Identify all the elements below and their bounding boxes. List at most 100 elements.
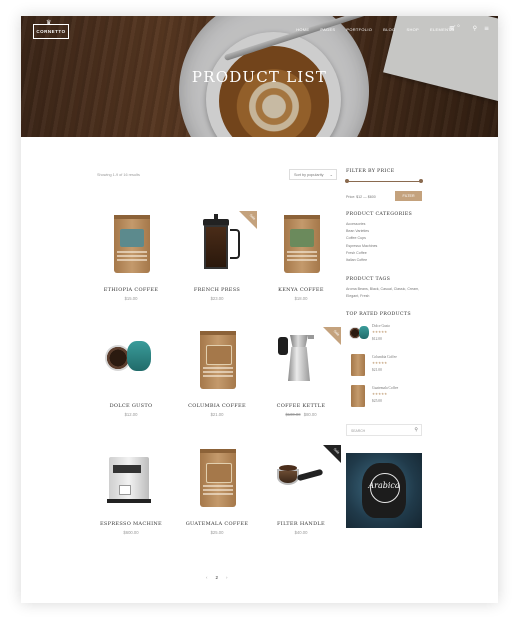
tags-heading: PRODUCT TAGS — [346, 277, 391, 282]
main-menu: HOME PAGES PORTFOLIO BLOG SHOP ELEMENTS — [296, 27, 454, 32]
top-rated-price: $25.00 — [372, 399, 382, 403]
category-link[interactable]: Italian Coffee — [346, 257, 422, 264]
top-rated-item[interactable]: Guatemala Coffee ★★★★★ $25.00 — [346, 385, 422, 407]
category-link[interactable]: Coffee Cups — [346, 235, 422, 242]
product-name[interactable]: GUATEMALA COFFEE — [177, 521, 257, 527]
filter-button[interactable]: FILTER — [395, 191, 422, 201]
search-icon[interactable]: ⚲ — [414, 427, 418, 433]
top-rated-name[interactable]: Dolce Gusto — [372, 324, 390, 328]
product-image[interactable] — [177, 327, 257, 397]
top-rated-price: $21.00 — [372, 368, 382, 372]
product-name[interactable]: ESPRESSO MACHINE — [91, 521, 171, 527]
product-card[interactable]: COLUMBIA COFFEE $21.00 — [177, 327, 257, 417]
product-price: $15.00 — [124, 296, 138, 301]
product-price: $25.00 — [210, 530, 224, 535]
menu-item-shop[interactable]: SHOP — [406, 27, 419, 32]
top-rated-name[interactable]: Guatemala Coffee — [372, 386, 398, 390]
product-thumbnail[interactable] — [349, 323, 369, 345]
top-rated-item[interactable]: Columbia Coffee ★★★★★ $21.00 — [346, 354, 422, 376]
promo-image[interactable]: Arabica — [346, 453, 422, 528]
product-card[interactable]: ETHIOPIA COFFEE $15.00 — [91, 211, 171, 301]
prev-page-link[interactable]: ‹ — [206, 575, 208, 580]
slider-handle-max[interactable] — [419, 179, 423, 183]
top-rated-price: $12.00 — [372, 337, 382, 341]
filter-price-heading: FILTER BY PRICE — [346, 169, 395, 174]
product-name[interactable]: FILTER HANDLE — [261, 521, 341, 527]
top-rated-heading: TOP RATED PRODUCTS — [346, 312, 411, 317]
product-price: $12.00 — [124, 412, 138, 417]
hero-banner: ♛ CORNETTO HOME PAGES PORTFOLIO BLOG SHO… — [21, 16, 498, 137]
product-price: $18.00 — [294, 296, 308, 301]
category-link[interactable]: Fresh Coffee — [346, 250, 422, 257]
sale-badge: Sale — [239, 211, 257, 229]
page-frame: ♛ CORNETTO HOME PAGES PORTFOLIO BLOG SHO… — [21, 16, 498, 603]
menu-item-blog[interactable]: BLOG — [383, 27, 395, 32]
old-price: $100.00 — [285, 412, 301, 417]
next-page-link[interactable]: › — [226, 575, 228, 580]
product-image[interactable] — [91, 327, 171, 397]
rating-stars: ★★★★★ — [372, 392, 388, 396]
sale-badge: Sale — [323, 327, 341, 345]
promo-text: Arabica — [368, 481, 400, 490]
product-name[interactable]: COFFEE KETTLE — [261, 403, 341, 409]
menu-item-home[interactable]: HOME — [296, 27, 309, 32]
product-price: $600.00 — [123, 530, 139, 535]
product-thumbnail[interactable] — [351, 385, 365, 407]
search-icon[interactable]: ⚲ — [473, 25, 477, 32]
product-price: $21.00 — [210, 412, 224, 417]
product-name[interactable]: ETHIOPIA COFFEE — [91, 287, 171, 293]
product-card[interactable]: Sale FRENCH PRESS $23.00 — [177, 211, 257, 301]
product-image[interactable] — [261, 211, 341, 281]
page-title: PRODUCT LIST — [191, 68, 328, 86]
product-name[interactable]: DOLCE GUSTO — [91, 403, 171, 409]
product-card[interactable]: GUATEMALA COFFEE $25.00 — [177, 445, 257, 535]
top-rated-name[interactable]: Columbia Coffee — [372, 355, 397, 359]
product-price: $23.00 — [210, 296, 224, 301]
product-card[interactable]: Sale COFFEE KETTLE $100.00 $80.00 — [261, 327, 341, 417]
product-price: $100.00 $80.00 — [285, 412, 317, 417]
sort-value: Sort by popularity — [294, 173, 324, 177]
product-card[interactable]: DOLCE GUSTO $12.00 — [91, 327, 171, 417]
menu-item-portfolio[interactable]: PORTFOLIO — [346, 27, 372, 32]
category-link[interactable]: Accessories — [346, 221, 422, 228]
product-name[interactable]: COLUMBIA COFFEE — [177, 403, 257, 409]
sort-select[interactable]: Sort by popularity ⌄ — [289, 169, 337, 180]
pagination: ‹ 2 › — [206, 575, 228, 580]
product-card[interactable]: ESPRESSO MACHINE $600.00 — [91, 445, 171, 535]
product-card[interactable]: Sale FILTER HANDLE $40.00 — [261, 445, 341, 535]
current-page[interactable]: 2 — [216, 575, 219, 580]
price-slider[interactable] — [345, 179, 423, 183]
product-image[interactable] — [177, 445, 257, 515]
product-price: $40.00 — [294, 530, 308, 535]
top-navigation: ♛ CORNETTO HOME PAGES PORTFOLIO BLOG SHO… — [21, 16, 498, 46]
rating-stars: ★★★★★ — [372, 361, 388, 365]
cart-count-badge: 0 — [457, 23, 460, 28]
tag-cloud[interactable]: Aroma Beans, Black, Casual, Classic, Cre… — [346, 286, 422, 300]
chevron-down-icon: ⌄ — [329, 172, 333, 177]
category-link[interactable]: Espresso Machines — [346, 243, 422, 250]
product-name[interactable]: KENYA COFFEE — [261, 287, 341, 293]
results-count: Showing 1-9 of 16 results — [97, 173, 140, 177]
slider-handle-min[interactable] — [345, 179, 349, 183]
menu-item-pages[interactable]: PAGES — [320, 27, 335, 32]
product-image[interactable]: Sale — [177, 211, 257, 281]
search-placeholder: SEARCH — [351, 429, 366, 433]
category-link[interactable]: Bean Varieties — [346, 228, 422, 235]
price-range-text: Price: $12 — $600 — [346, 195, 376, 199]
product-image[interactable] — [91, 211, 171, 281]
product-thumbnail[interactable] — [351, 354, 365, 376]
hamburger-menu-icon[interactable]: ≡ — [484, 25, 489, 32]
top-rated-item[interactable]: Dolce Gusto ★★★★★ $12.00 — [346, 323, 422, 345]
category-list: Accessories Bean Varieties Coffee Cups E… — [346, 221, 422, 264]
sale-badge: Sale — [323, 445, 341, 463]
product-card[interactable]: KENYA COFFEE $18.00 — [261, 211, 341, 301]
search-field[interactable]: SEARCH ⚲ — [346, 424, 422, 436]
cart-icon[interactable]: 🛒︎ — [449, 25, 457, 32]
product-image[interactable]: Sale — [261, 445, 341, 515]
categories-heading: PRODUCT CATEGORIES — [346, 212, 413, 217]
rating-stars: ★★★★★ — [372, 330, 388, 334]
product-image[interactable] — [91, 445, 171, 515]
site-logo[interactable]: CORNETTO — [33, 24, 69, 39]
product-image[interactable]: Sale — [261, 327, 341, 397]
product-name[interactable]: FRENCH PRESS — [177, 287, 257, 293]
